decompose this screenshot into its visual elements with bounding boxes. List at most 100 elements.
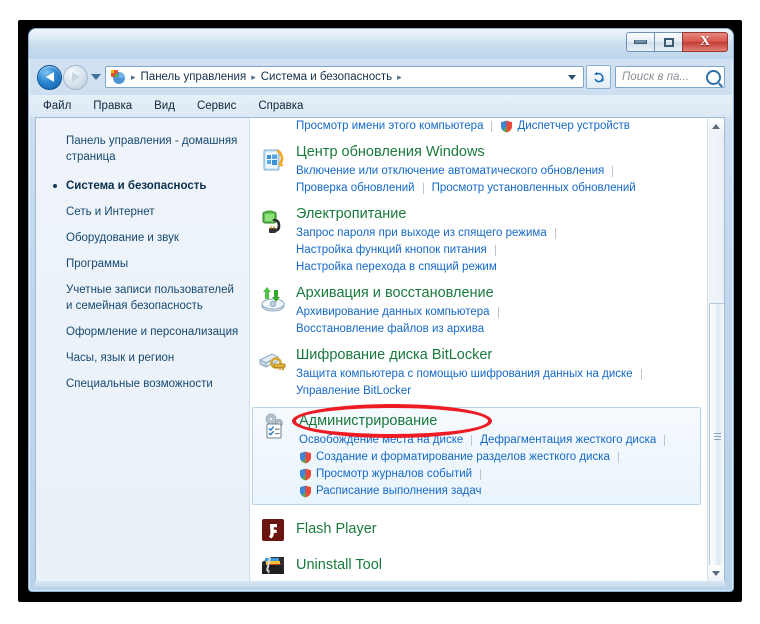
link-view-event-logs[interactable]: Просмотр журналов событий (316, 466, 472, 483)
category-links: Освобождение места на диске Дефрагментац… (299, 432, 692, 500)
menu-item-edit[interactable]: Правка (93, 100, 132, 112)
category-title[interactable]: Центр обновления Windows (296, 142, 699, 162)
scroll-down-button[interactable] (708, 565, 724, 582)
menu-item-help[interactable]: Справка (258, 100, 303, 112)
category-backup-and-restore: Архивация и восстановление Архивирование… (250, 283, 707, 338)
shield-icon (299, 468, 312, 481)
navigation-buttons (37, 64, 88, 90)
sidebar-item-network-and-internet[interactable]: Сеть и Интернет (36, 199, 249, 225)
category-title[interactable]: Администрирование (299, 411, 692, 431)
link-check-updates[interactable]: Проверка обновлений (296, 180, 415, 197)
link-protect-computer-encryption[interactable]: Защита компьютера с помощью шифрования д… (296, 366, 633, 383)
link-sleep-settings[interactable]: Настройка перехода в спящий режим (296, 259, 497, 276)
link-task-scheduler[interactable]: Расписание выполнения задач (316, 483, 482, 500)
minimize-button[interactable] (626, 32, 655, 52)
administrative-tools-icon (261, 411, 291, 441)
close-button[interactable]: X (682, 32, 728, 52)
link-defragment-disk[interactable]: Дефрагментация жесткого диска (480, 432, 656, 449)
breadcrumb-separator-2: ▸ (251, 71, 256, 82)
link-free-disk-space[interactable]: Освобождение места на диске (299, 432, 463, 449)
menu-item-tools[interactable]: Сервис (197, 100, 236, 112)
content-scroll-area: Просмотр имени этого компьютера Диспетче… (250, 118, 707, 582)
category-links: Включение или отключение автоматического… (296, 163, 699, 197)
shield-icon (500, 120, 513, 133)
backup-restore-icon (258, 286, 288, 316)
refresh-icon (593, 71, 604, 83)
sidebar-item-hardware-and-sound[interactable]: Оборудование и звук (36, 225, 249, 251)
shield-icon (299, 485, 312, 498)
category-windows-update: Центр обновления Windows Включение или о… (250, 142, 707, 197)
control-panel-window: X ▸ Панель управления ▸ Система и безопа… (28, 28, 734, 592)
category-title[interactable]: Электропитание (296, 204, 699, 224)
link-divider (640, 369, 642, 380)
link-manage-bitlocker[interactable]: Управление BitLocker (296, 383, 411, 400)
close-icon: X (699, 34, 711, 49)
breadcrumb-item-1[interactable]: Система и безопасность (259, 70, 394, 84)
link-divider (494, 245, 496, 256)
app-row-flash-player[interactable]: Flash Player (250, 512, 707, 546)
category-title[interactable]: Архивация и восстановление (296, 283, 699, 303)
link-row: Восстановление файлов из архива (296, 321, 699, 338)
back-arrow-icon (45, 72, 54, 82)
link-row: Проверка обновлений Просмотр установленн… (296, 180, 699, 197)
link-row: Архивирование данных компьютера (296, 304, 699, 321)
breadcrumb-bar[interactable]: ▸ Панель управления ▸ Система и безопасн… (105, 66, 584, 88)
link-require-password-on-wake[interactable]: Запрос пароля при выходе из спящего режи… (296, 225, 547, 242)
menu-item-file[interactable]: Файл (43, 100, 71, 112)
menu-item-view[interactable]: Вид (154, 100, 175, 112)
link-divider (480, 469, 482, 480)
screenshot-root: X ▸ Панель управления ▸ Система и безопа… (0, 0, 760, 624)
sidebar-item-clock-language-region[interactable]: Часы, язык и регион (36, 345, 249, 371)
link-divider (612, 166, 614, 177)
sidebar-item-programs[interactable]: Программы (36, 251, 249, 277)
sidebar: Панель управления - домашняя страница Си… (36, 118, 250, 582)
recent-pages-dropdown-icon[interactable] (91, 74, 101, 80)
sidebar-item-user-accounts[interactable]: Учетные записи пользователей и семейная … (36, 277, 249, 319)
link-restore-files[interactable]: Восстановление файлов из архива (296, 321, 484, 338)
breadcrumb-separator-1: ▸ (131, 71, 136, 82)
sidebar-item-home[interactable]: Панель управления - домашняя страница (36, 128, 249, 173)
sidebar-item-appearance[interactable]: Оформление и персонализация (36, 319, 249, 345)
link-toggle-auto-update[interactable]: Включение или отключение автоматического… (296, 163, 604, 180)
vertical-scrollbar[interactable] (707, 118, 724, 582)
link-view-computer-name[interactable]: Просмотр имени этого компьютера (296, 118, 483, 135)
search-input[interactable]: Поиск в па... (622, 71, 706, 83)
link-row: Просмотр имени этого компьютера Диспетче… (296, 118, 699, 135)
link-device-manager[interactable]: Диспетчер устройств (517, 118, 629, 135)
sidebar-item-ease-of-access[interactable]: Специальные возможности (36, 371, 249, 397)
category-title[interactable]: Шифрование диска BitLocker (296, 345, 699, 365)
link-row: Просмотр журналов событий (299, 466, 692, 483)
link-backup-computer[interactable]: Архивирование данных компьютера (296, 304, 490, 321)
address-dropdown-button[interactable] (563, 67, 581, 87)
link-view-installed-updates[interactable]: Просмотр установленных обновлений (432, 180, 636, 197)
app-title: Uninstall Tool (296, 557, 382, 573)
link-divider (422, 183, 424, 194)
link-create-format-partitions[interactable]: Создание и форматирование разделов жестк… (316, 449, 610, 466)
sidebar-item-system-and-security[interactable]: Система и безопасность (36, 173, 249, 199)
link-row: Запрос пароля при выходе из спящего режи… (296, 225, 699, 242)
link-divider (497, 307, 499, 318)
scroll-thumb[interactable] (709, 303, 724, 570)
link-row: Настройка функций кнопок питания (296, 242, 699, 259)
refresh-button[interactable] (586, 65, 611, 89)
forward-button[interactable] (63, 64, 88, 90)
control-panel-icon (110, 69, 126, 85)
link-power-button-settings[interactable]: Настройка функций кнопок питания (296, 242, 487, 259)
scroll-up-button[interactable] (708, 118, 724, 135)
shield-icon (299, 451, 312, 464)
search-icon (706, 69, 721, 85)
search-box[interactable]: Поиск в па... (615, 66, 725, 88)
link-divider (617, 452, 619, 463)
link-row: Настройка перехода в спящий режим (296, 259, 699, 276)
uninstall-tool-icon (258, 551, 288, 581)
link-row: Управление BitLocker (296, 383, 699, 400)
link-divider (471, 435, 473, 446)
breadcrumb-item-0[interactable]: Панель управления (139, 70, 249, 84)
app-title: Flash Player (296, 521, 377, 537)
back-button[interactable] (37, 64, 62, 90)
power-icon (258, 207, 288, 237)
address-bar: ▸ Панель управления ▸ Система и безопасн… (29, 59, 733, 95)
breadcrumb-separator-3: ▸ (397, 71, 402, 82)
maximize-button[interactable] (654, 32, 683, 52)
app-row-uninstall-tool[interactable]: Uninstall Tool (250, 548, 707, 582)
